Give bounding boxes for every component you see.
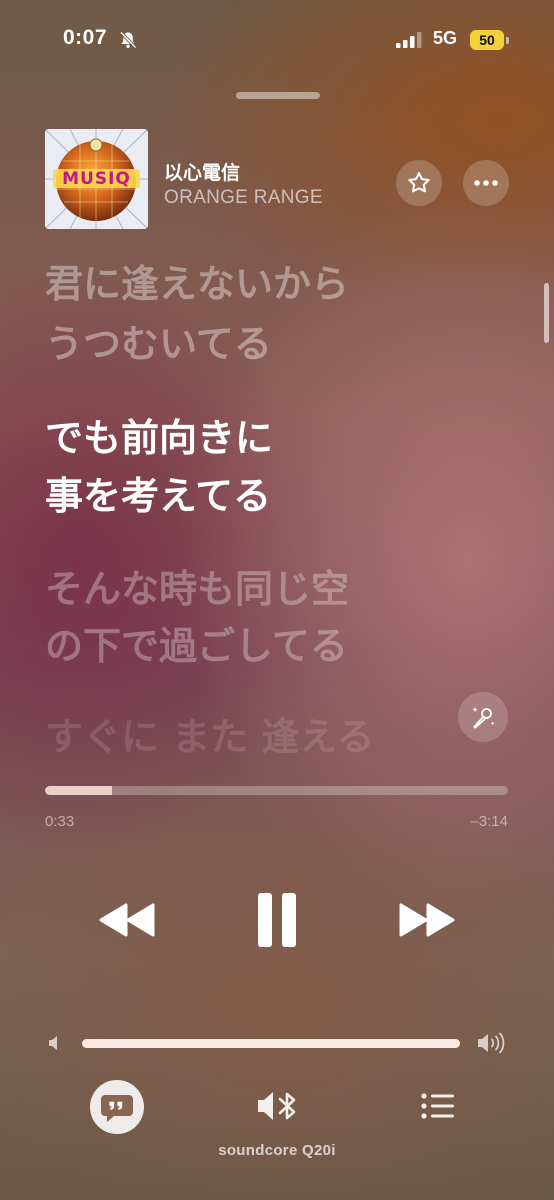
star-icon: [408, 172, 430, 193]
lyric-line[interactable]: すぐに また 逢える: [45, 713, 374, 761]
rewind-button[interactable]: [98, 900, 156, 940]
scroll-indicator[interactable]: [544, 283, 549, 343]
queue-button[interactable]: [420, 1092, 456, 1120]
lyric-line-active[interactable]: 事を考えてる: [45, 472, 271, 520]
battery-level: 50: [470, 30, 504, 50]
album-art-image: MUSIQ: [45, 129, 148, 229]
elapsed-time: 0:33: [45, 813, 75, 830]
album-art-logo-text: MUSIQ: [62, 169, 131, 189]
signal-icon: [396, 32, 422, 48]
volume-min-icon: [49, 1036, 57, 1050]
lyrics-button[interactable]: [90, 1080, 144, 1134]
lyric-line[interactable]: の下で過ごしてる: [45, 622, 348, 670]
album-art[interactable]: MUSIQ: [45, 129, 148, 229]
battery-indicator: 50: [470, 30, 510, 50]
bell-slash-icon: [119, 31, 137, 49]
speaker-bluetooth-icon: [258, 1092, 296, 1120]
status-bar: 0:07 5G 50: [0, 26, 554, 60]
lyric-line[interactable]: 君に逢えないから: [45, 260, 349, 308]
microphone-sparkle-icon: [472, 707, 495, 729]
pause-icon: [258, 893, 296, 947]
volume-fill: [82, 1039, 460, 1048]
sing-button[interactable]: [458, 692, 508, 742]
quote-bubble-icon: [101, 1095, 133, 1122]
list-icon: [421, 1093, 454, 1119]
more-options-button[interactable]: [463, 160, 509, 206]
song-title[interactable]: 以心電信: [164, 158, 240, 185]
audio-output-button[interactable]: [256, 1088, 300, 1124]
favorite-button[interactable]: [396, 160, 442, 206]
forward-icon: [399, 903, 455, 937]
pause-button[interactable]: [250, 888, 304, 952]
playback-progress-fill: [45, 786, 113, 795]
output-device-name[interactable]: soundcore Q20i: [0, 1142, 554, 1159]
volume-slider[interactable]: [82, 1039, 460, 1048]
battery-cap: [506, 37, 509, 44]
lyric-line-active[interactable]: でも前向きに: [45, 414, 273, 462]
song-artist[interactable]: ORANGE RANGE: [164, 187, 323, 209]
forward-button[interactable]: [398, 900, 456, 940]
lyric-line[interactable]: うつむいてる: [45, 320, 272, 368]
backward-icon: [99, 903, 155, 937]
sheet-grabber[interactable]: [236, 92, 320, 99]
status-time: 0:07: [63, 26, 108, 49]
lyric-line[interactable]: そんな時も同じ空: [45, 565, 349, 613]
remaining-time: –3:14: [470, 813, 508, 830]
ellipsis-icon: [474, 180, 498, 186]
volume-max-icon: [478, 1032, 505, 1054]
playback-progress-slider[interactable]: [45, 786, 508, 795]
network-label: 5G: [433, 28, 458, 48]
